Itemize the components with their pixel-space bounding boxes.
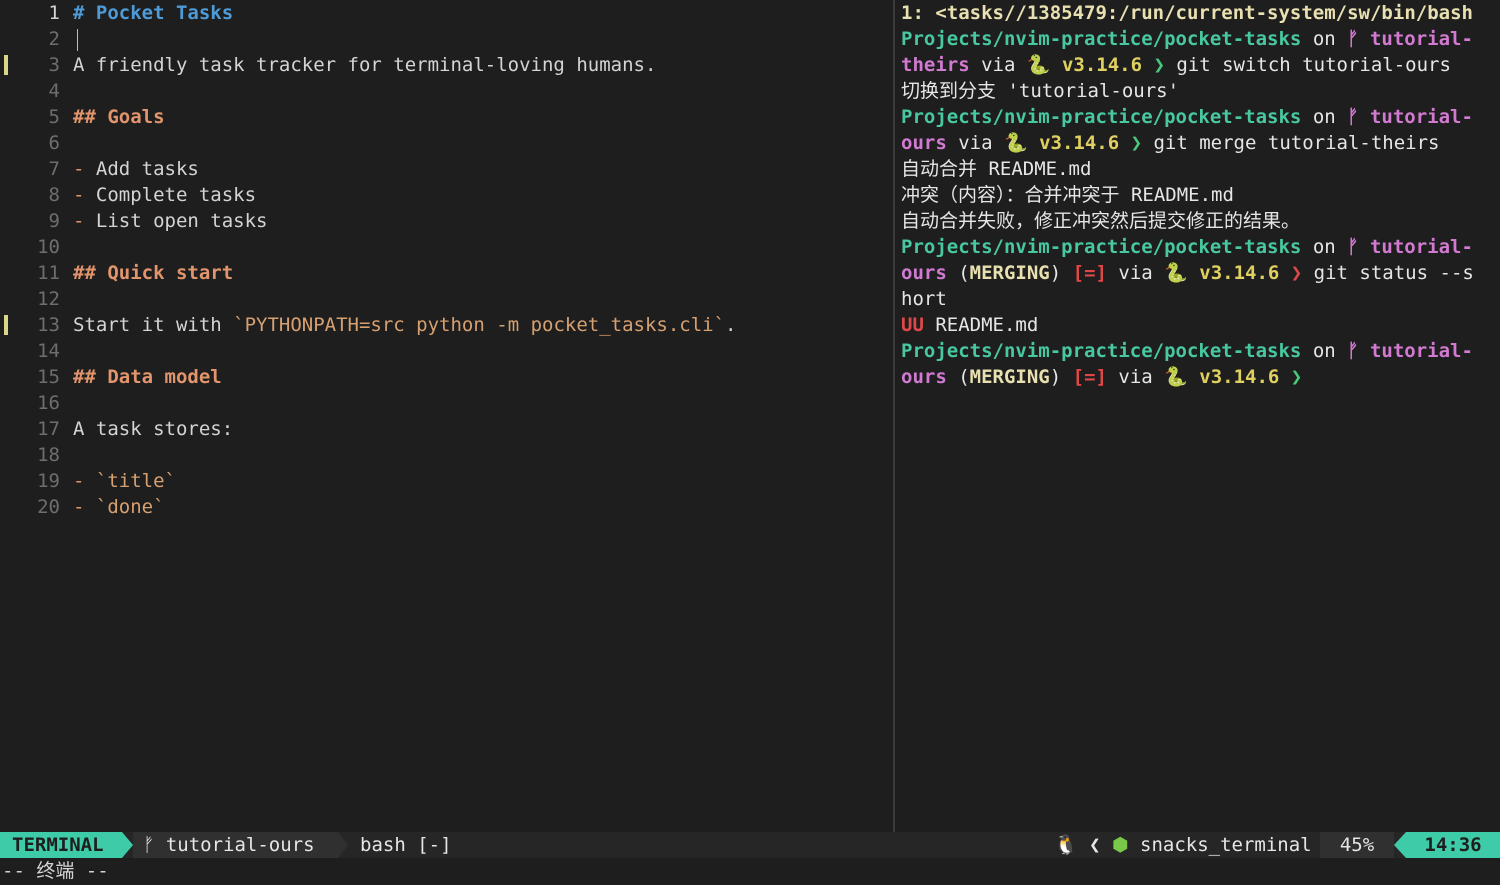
terminal-line: 冲突（内容）：合并冲突于 README.md	[901, 184, 1234, 206]
line-text: ## Goals	[73, 106, 165, 128]
editor-line[interactable]: 7 - Add tasks	[0, 156, 893, 182]
editor-line[interactable]: 17 A task stores:	[0, 416, 893, 442]
editor-line[interactable]: 18	[0, 442, 893, 468]
terminal-line: ours (MERGING) [=] via 🐍 v3.14.6 ❯	[901, 366, 1303, 388]
line-text: - `title`	[73, 470, 176, 492]
line-text: - `done`	[73, 496, 165, 518]
editor-line[interactable]: 4	[0, 78, 893, 104]
clock: 14:36	[1406, 832, 1500, 858]
editor-line[interactable]: 20 - `done`	[0, 494, 893, 520]
git-change-marker	[4, 315, 8, 335]
mode-indicator: TERMINAL	[0, 832, 122, 858]
terminal-line: ours via 🐍 v3.14.6 ❯ git merge tutorial-…	[901, 132, 1440, 154]
filetype-label: snacks_terminal	[1140, 834, 1312, 856]
line-text: ## Data model	[73, 366, 222, 388]
terminal-line: 1: <tasks//1385479:/run/current-system/s…	[901, 2, 1473, 24]
line-number: 9	[48, 210, 60, 232]
line-number: 10	[37, 236, 60, 258]
statusline: TERMINAL ᚠ tutorial-ours bash [-] 🐧 ❮ ⬢ …	[0, 832, 1500, 858]
line-number: 8	[48, 184, 60, 206]
line-text: - List open tasks	[73, 210, 268, 232]
line-text: ## Quick start	[73, 262, 234, 284]
line-number: 7	[48, 158, 60, 180]
line-text: A task stores:	[73, 418, 234, 440]
editor-line[interactable]: 3 A friendly task tracker for terminal-lo…	[0, 52, 893, 78]
scroll-percent: 45%	[1320, 832, 1394, 858]
editor-line[interactable]: 14	[0, 338, 893, 364]
mode-separator	[122, 832, 133, 858]
terminal-line: Projects/nvim-practice/pocket-tasks on ᚠ…	[901, 28, 1473, 50]
line-text: # Pocket Tasks	[73, 2, 234, 24]
terminal-line: Projects/nvim-practice/pocket-tasks on ᚠ…	[901, 236, 1473, 258]
line-number: 11	[37, 262, 60, 284]
terminal-line: ours (MERGING) [=] via 🐍 v3.14.6 ❯ git s…	[901, 262, 1474, 284]
line-text: - Add tasks	[73, 158, 199, 180]
line-number: 13	[37, 314, 60, 336]
editor-line[interactable]: 5 ## Goals	[0, 104, 893, 130]
terminal-line: 切换到分支 'tutorial-ours'	[901, 80, 1180, 102]
line-number: 1	[48, 2, 60, 24]
line-text: - Complete tasks	[73, 184, 257, 206]
line-number: 2	[48, 28, 60, 50]
line-number: 3	[48, 54, 60, 76]
editor-line[interactable]: 9 - List open tasks	[0, 208, 893, 234]
line-number: 20	[37, 496, 60, 518]
filetype-icon: ⬢	[1111, 834, 1129, 856]
line-number: 12	[37, 288, 60, 310]
line-text: A friendly task tracker for terminal-lov…	[73, 54, 657, 76]
git-branch-name: tutorial-ours	[165, 834, 315, 856]
editor-line[interactable]: 15 ## Data model	[0, 364, 893, 390]
line-text	[73, 26, 78, 52]
editor-line[interactable]: 10	[0, 234, 893, 260]
line-number: 5	[48, 106, 60, 128]
terminal-line: Projects/nvim-practice/pocket-tasks on ᚠ…	[901, 106, 1473, 128]
editor-line[interactable]: 2	[0, 26, 893, 52]
terminal-pane[interactable]: 1: <tasks//1385479:/run/current-system/s…	[895, 0, 1500, 832]
terminal-line: 自动合并失败，修正冲突然后提交修正的结果。	[901, 210, 1301, 232]
editor-line[interactable]: 16	[0, 390, 893, 416]
line-number: 19	[37, 470, 60, 492]
editor-line[interactable]: 12	[0, 286, 893, 312]
terminal-line: theirs via 🐍 v3.14.6 ❯ git switch tutori…	[901, 54, 1451, 76]
command-line[interactable]: -- 终端 --	[0, 858, 1500, 885]
text-cursor	[77, 28, 78, 51]
line-number: 15	[37, 366, 60, 388]
git-branch-icon: ᚠ	[143, 834, 155, 856]
editor-line[interactable]: 8 - Complete tasks	[0, 182, 893, 208]
terminal-line: 自动合并 README.md	[901, 158, 1092, 180]
git-change-marker	[4, 55, 8, 75]
editor-line[interactable]: 19 - `title`	[0, 468, 893, 494]
editor-pane[interactable]: 1 # Pocket Tasks 2 3 A friendly task tracker…	[0, 0, 893, 832]
line-number: 14	[37, 340, 60, 362]
terminal-line: UU README.md	[901, 314, 1039, 336]
terminal-line: hort	[901, 288, 947, 310]
line-number: 17	[37, 418, 60, 440]
line-number: 18	[37, 444, 60, 466]
terminal-line: Projects/nvim-practice/pocket-tasks on ᚠ…	[901, 340, 1473, 362]
os-icon: 🐧 ❮	[1054, 834, 1112, 856]
git-branch: ᚠ tutorial-ours	[133, 832, 338, 858]
line-number: 16	[37, 392, 60, 414]
editor-line[interactable]: 6	[0, 130, 893, 156]
line-number: 6	[48, 132, 60, 154]
filetype-info: 🐧 ❮ ⬢ snacks_terminal	[1054, 832, 1312, 858]
file-name: bash [-]	[360, 834, 452, 856]
editor-line[interactable]: 11 ## Quick start	[0, 260, 893, 286]
line-number: 4	[48, 80, 60, 102]
editor-line[interactable]: 13 Start it with `PYTHONPATH=src python -…	[0, 312, 893, 338]
time-separator	[1394, 832, 1406, 858]
editor-line[interactable]: 1 # Pocket Tasks	[0, 0, 893, 26]
branch-separator	[338, 832, 348, 858]
line-text: Start it with `PYTHONPATH=src python -m …	[73, 314, 737, 336]
